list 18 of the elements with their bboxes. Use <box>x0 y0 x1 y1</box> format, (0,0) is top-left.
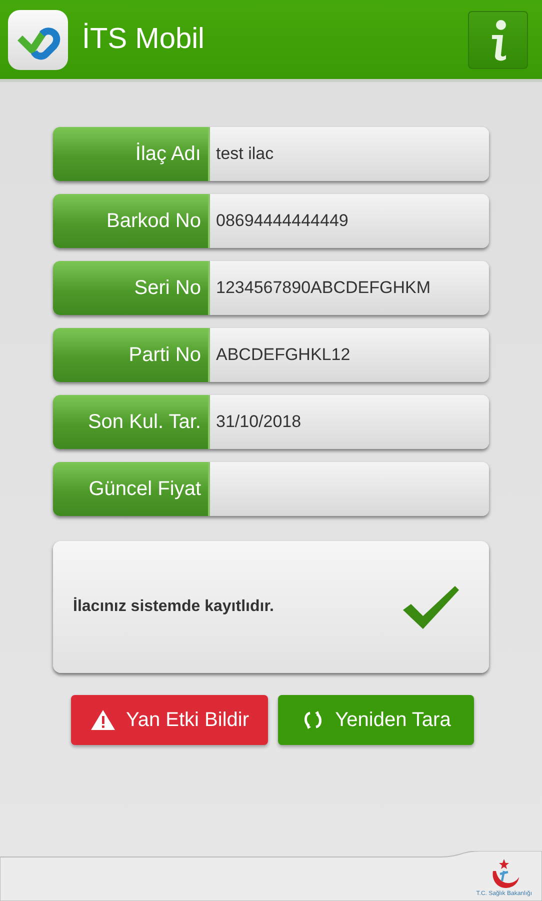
field-label: Seri No <box>53 261 208 315</box>
field-label: Son Kul. Tar. <box>53 395 208 449</box>
report-button[interactable]: Yan Etki Bildir <box>71 695 268 745</box>
field-value: ABCDEFGHKL12 <box>208 328 489 382</box>
field-value: 31/10/2018 <box>208 395 489 449</box>
field-label: Parti No <box>53 328 208 382</box>
field-value: 08694444444449 <box>208 194 489 248</box>
info-button[interactable] <box>468 10 528 68</box>
warning-icon <box>90 709 116 731</box>
app-logo <box>8 10 68 70</box>
field-label: Güncel Fiyat <box>53 462 208 516</box>
rescan-button[interactable]: Yeniden Tara <box>278 695 474 745</box>
app-title: İTS Mobil <box>82 23 206 56</box>
field-label: Barkod No <box>53 194 208 248</box>
result-message: İlacınız sistemde kayıtlıdır. <box>73 598 274 616</box>
field-value: 1234567890ABCDEFGHKM <box>208 261 489 315</box>
field-value: test ilac <box>208 127 489 181</box>
field-label: İlaç Adı <box>53 127 208 181</box>
